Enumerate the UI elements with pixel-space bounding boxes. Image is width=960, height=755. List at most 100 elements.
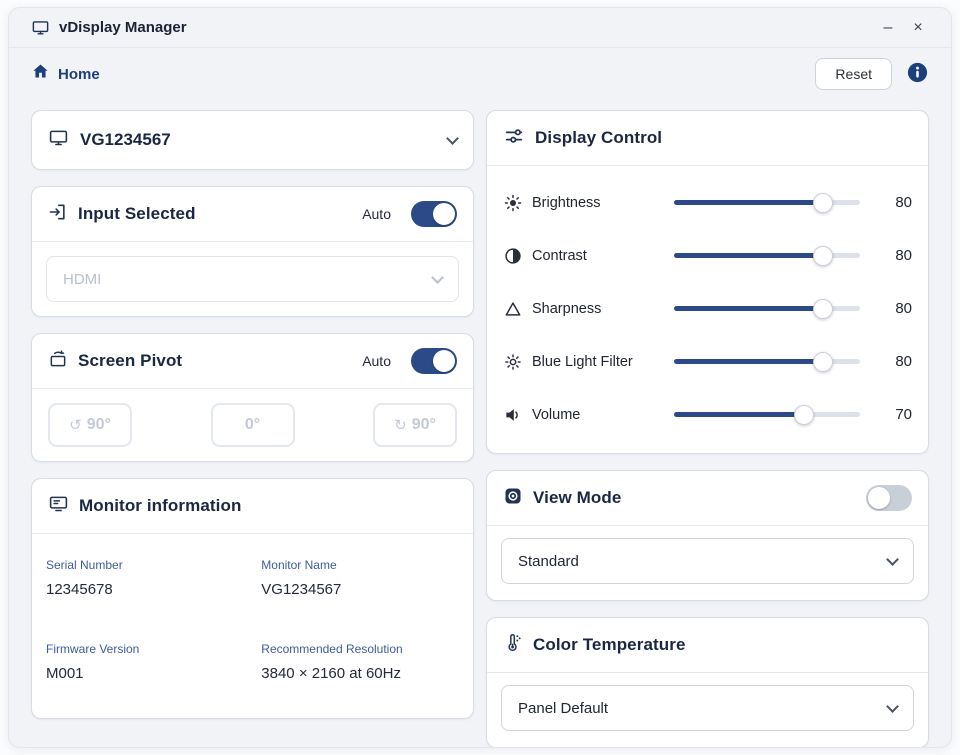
color-temperature-select[interactable]: Panel Default (501, 685, 914, 731)
right-column: Display Control Brightness 80 (486, 110, 929, 748)
home-label: Home (58, 66, 100, 83)
volume-slider[interactable] (674, 405, 860, 425)
color-temperature-value: Panel Default (518, 700, 608, 717)
display-control-body: Brightness 80 Contrast (487, 166, 928, 453)
slider-thumb[interactable] (813, 246, 833, 266)
view-mode-title: View Mode (533, 488, 621, 508)
toggle-knob (868, 487, 890, 509)
input-source-select[interactable]: HDMI (46, 256, 459, 302)
screen-pivot-body: ↺ 90° 0° ↻ 90° (32, 389, 473, 461)
slider-thumb[interactable] (794, 405, 814, 425)
monitor-icon (31, 18, 50, 37)
info-field-resolution: Recommended Resolution 3840 × 2160 at 60… (261, 642, 457, 682)
rotate-0-label: 0° (245, 416, 260, 434)
chevron-down-icon (431, 271, 444, 284)
brightness-row: Brightness 80 (503, 176, 912, 229)
color-temperature-card: Color Temperature Panel Default (486, 617, 929, 748)
chevron-down-icon (446, 132, 459, 145)
slider-value: 70 (874, 406, 912, 423)
left-column: VG1234567 Input Selected Auto HDMI (31, 110, 474, 748)
color-temperature-body: Panel Default (487, 673, 928, 747)
top-nav-row: Home Reset (9, 48, 951, 100)
pivot-auto-toggle[interactable] (411, 348, 457, 374)
slider-value: 80 (874, 247, 912, 264)
field-label: Serial Number (46, 558, 261, 572)
toggle-knob (433, 203, 455, 225)
monitor-info-card: Monitor information Serial Number 123456… (31, 478, 474, 719)
info-field-serial: Serial Number 12345678 (46, 558, 261, 598)
field-label: Recommended Resolution (261, 642, 457, 656)
input-auto-toggle[interactable] (411, 201, 457, 227)
slider-fill (674, 306, 823, 311)
input-auto-label: Auto (362, 206, 391, 222)
title-bar: vDisplay Manager – × (9, 8, 951, 48)
field-value: M001 (46, 665, 261, 682)
rotate-ccw-90-button[interactable]: ↺ 90° (48, 403, 132, 447)
slider-label: Volume (529, 407, 674, 423)
device-name: VG1234567 (80, 130, 171, 150)
blue-light-filter-slider[interactable] (674, 352, 860, 372)
slider-value: 80 (874, 300, 912, 317)
rotate-0-button[interactable]: 0° (211, 403, 295, 447)
field-value: VG1234567 (261, 581, 457, 598)
view-mode-select[interactable]: Standard (501, 538, 914, 584)
input-selected-card: Input Selected Auto HDMI (31, 186, 474, 317)
home-icon (31, 62, 50, 86)
slider-thumb[interactable] (813, 299, 833, 319)
main-content: VG1234567 Input Selected Auto HDMI (9, 100, 951, 748)
sharpness-icon (503, 299, 529, 319)
screen-pivot-icon (48, 349, 68, 374)
slider-label: Brightness (529, 195, 674, 211)
view-mode-header: View Mode (487, 471, 928, 526)
device-select[interactable]: VG1234567 (31, 110, 474, 170)
rotate-cw-90-button[interactable]: ↻ 90° (373, 403, 457, 447)
slider-thumb[interactable] (813, 352, 833, 372)
volume-row: Volume 70 (503, 388, 912, 441)
screen-pivot-card: Screen Pivot Auto ↺ 90° 0° ↻ 90° (31, 333, 474, 462)
contrast-slider[interactable] (674, 246, 860, 266)
brightness-slider[interactable] (674, 193, 860, 213)
input-selected-header: Input Selected Auto (32, 187, 473, 242)
close-button[interactable]: × (903, 14, 933, 42)
brightness-icon (503, 193, 529, 213)
toggle-knob (433, 350, 455, 372)
slider-thumb[interactable] (813, 193, 833, 213)
view-mode-value: Standard (518, 553, 579, 570)
info-button[interactable] (906, 61, 929, 87)
monitor-info-header: Monitor information (32, 479, 473, 534)
info-field-name: Monitor Name VG1234567 (261, 558, 457, 598)
input-source-value: HDMI (63, 271, 101, 288)
home-link[interactable]: Home (31, 62, 100, 86)
slider-value: 80 (874, 194, 912, 211)
pivot-auto-label: Auto (362, 353, 391, 369)
monitor-icon (48, 127, 69, 153)
blue-light-filter-row: Blue Light Filter 80 (503, 335, 912, 388)
display-control-header: Display Control (487, 111, 928, 166)
volume-icon (503, 405, 529, 425)
info-icon (906, 61, 929, 87)
tune-sliders-icon (503, 125, 525, 152)
view-mode-body: Standard (487, 526, 928, 600)
rotate-cw-label: 90° (412, 416, 436, 434)
rotate-cw-icon: ↻ (394, 416, 407, 434)
contrast-row: Contrast 80 (503, 229, 912, 282)
minimize-button[interactable]: – (873, 14, 903, 42)
slider-label: Contrast (529, 248, 674, 264)
sharpness-slider[interactable] (674, 299, 860, 319)
blue-light-filter-icon (503, 352, 529, 372)
rotate-ccw-label: 90° (87, 416, 111, 434)
sharpness-row: Sharpness 80 (503, 282, 912, 335)
input-selected-title: Input Selected (78, 204, 196, 224)
window-title: vDisplay Manager (59, 19, 187, 36)
monitor-info-icon (48, 493, 69, 519)
field-value: 12345678 (46, 581, 261, 598)
view-mode-toggle[interactable] (866, 485, 912, 511)
slider-fill (674, 412, 804, 417)
slider-value: 80 (874, 353, 912, 370)
view-mode-card: View Mode Standard (486, 470, 929, 601)
display-control-card: Display Control Brightness 80 (486, 110, 929, 454)
reset-button[interactable]: Reset (815, 58, 892, 90)
slider-label: Sharpness (529, 301, 674, 317)
screen-pivot-header: Screen Pivot Auto (32, 334, 473, 389)
color-temperature-icon (503, 633, 523, 658)
